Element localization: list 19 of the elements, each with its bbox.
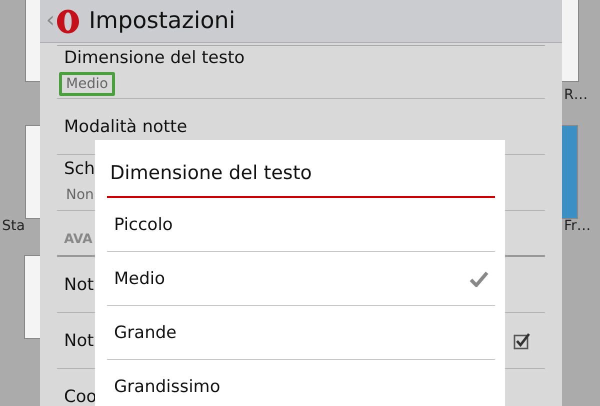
- size-option[interactable]: Grandissimo: [107, 360, 495, 406]
- size-option[interactable]: Piccolo: [107, 198, 495, 252]
- setting-title: Modalità notte: [64, 116, 188, 136]
- thumbnail-label: Fr…: [564, 218, 591, 234]
- setting-title: Coo: [64, 386, 97, 406]
- thumbnail-label: R…: [564, 87, 588, 103]
- setting-value: Non: [65, 186, 95, 204]
- screen-title: Impostazioni: [88, 8, 236, 34]
- section-header: AVA: [64, 232, 92, 247]
- setting-title: Not: [64, 274, 94, 294]
- thumbnail-label: Sta: [2, 218, 25, 234]
- setting-row[interactable]: Dimensione del testo Medio: [57, 46, 545, 99]
- setting-value: Medio: [59, 72, 116, 96]
- setting-title: Dimensione del testo: [64, 48, 245, 68]
- dialog-title: Dimensione del testo: [107, 140, 495, 198]
- size-option[interactable]: Grande: [107, 306, 495, 360]
- setting-title: Sch: [64, 158, 95, 178]
- size-option[interactable]: Medio: [107, 252, 495, 306]
- setting-title: Not: [64, 330, 94, 350]
